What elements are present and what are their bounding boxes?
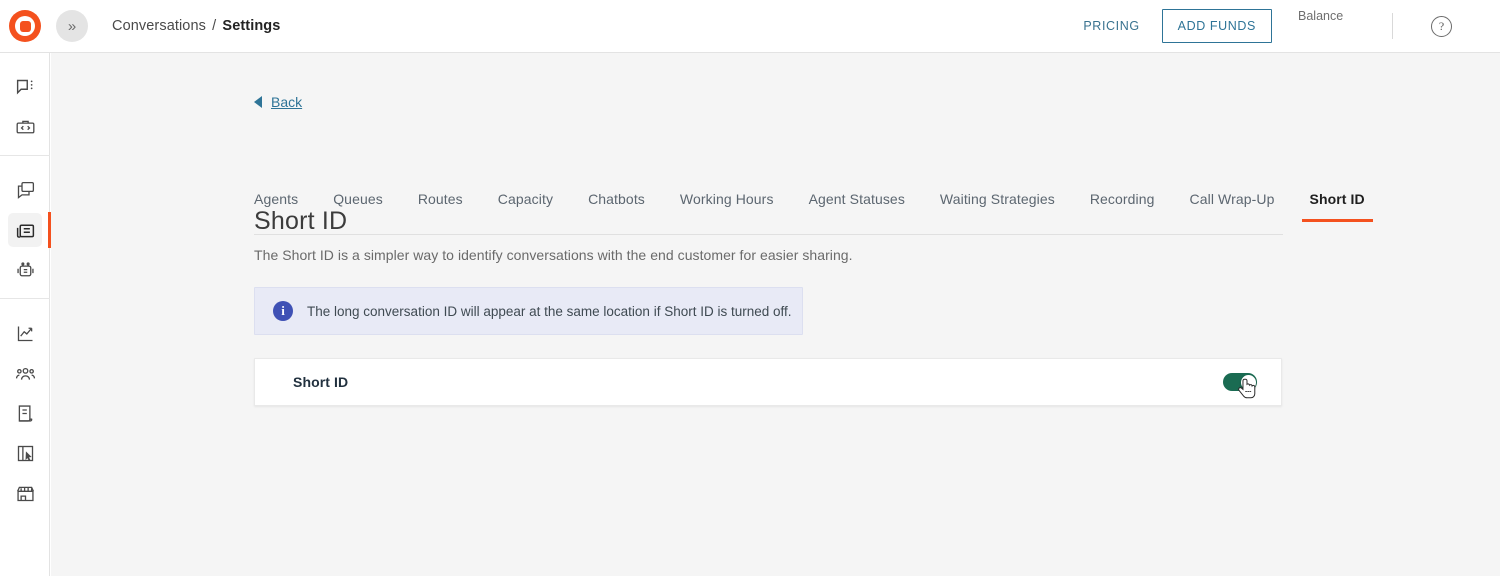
breadcrumb: Conversations / Settings <box>112 18 280 34</box>
page-description: The Short ID is a simpler way to identif… <box>254 247 853 263</box>
tab-waiting-strategies[interactable]: Waiting Strategies <box>940 187 1055 221</box>
copy-message-icon <box>15 180 36 201</box>
toggle-knob <box>1240 374 1256 390</box>
back-link[interactable]: Back <box>254 94 302 110</box>
brand-logo[interactable] <box>0 0 50 53</box>
sidebar-item-audience[interactable] <box>0 353 50 393</box>
storefront-icon <box>15 483 36 504</box>
balance-display: Balance <box>1298 9 1358 42</box>
balance-label: Balance <box>1298 9 1344 24</box>
triangle-left-icon <box>254 96 262 108</box>
sidebar-item-templates[interactable] <box>0 433 50 473</box>
robot-icon <box>15 260 36 281</box>
tab-call-wrap-up[interactable]: Call Wrap-Up <box>1190 187 1275 221</box>
breadcrumb-separator: / <box>212 18 217 34</box>
settings-tab-bar: Agents Queues Routes Capacity Chatbots W… <box>254 187 1374 235</box>
sidebar-item-developers[interactable] <box>0 107 50 147</box>
info-banner: i The long conversation ID will appear a… <box>254 287 803 335</box>
info-circle-icon: i <box>273 301 293 321</box>
breadcrumb-current: Settings <box>222 18 281 34</box>
inbox-drawer-icon <box>15 220 36 241</box>
tab-capacity[interactable]: Capacity <box>498 187 553 221</box>
logo-ring <box>15 16 35 36</box>
short-id-setting-card: Short ID <box>254 358 1282 406</box>
tab-routes[interactable]: Routes <box>418 187 463 221</box>
double-chevron-right-icon[interactable]: » <box>56 10 88 42</box>
back-link-label: Back <box>271 94 303 110</box>
info-banner-text: The long conversation ID will appear at … <box>307 303 792 319</box>
tab-working-hours[interactable]: Working Hours <box>680 187 774 221</box>
chat-bubble-menu-icon <box>15 77 36 98</box>
short-id-toggle[interactable] <box>1223 373 1257 399</box>
breadcrumb-parent[interactable]: Conversations <box>112 18 206 34</box>
layout-cursor-icon <box>15 443 36 464</box>
tab-recording[interactable]: Recording <box>1090 187 1155 221</box>
page-title: Short ID <box>254 207 348 235</box>
header-actions: PRICING ADD FUNDS Balance ? <box>1073 0 1500 53</box>
code-briefcase-icon <box>15 117 36 138</box>
sidebar-item-contact-center[interactable] <box>0 210 51 250</box>
main-content-area: Back Agents Queues Routes Capacity Chatb… <box>51 53 1500 576</box>
line-chart-icon <box>15 323 36 344</box>
document-icon <box>15 403 36 424</box>
left-sidebar <box>0 53 51 576</box>
sidebar-item-campaigns[interactable] <box>0 170 50 210</box>
sidebar-item-analytics[interactable] <box>0 313 50 353</box>
pricing-link[interactable]: PRICING <box>1073 19 1149 33</box>
question-mark-circle-icon[interactable]: ? <box>1431 15 1452 37</box>
sidebar-item-chatbots[interactable] <box>0 250 50 290</box>
tab-short-id[interactable]: Short ID <box>1301 187 1374 222</box>
add-funds-button[interactable]: ADD FUNDS <box>1161 9 1272 43</box>
tab-chatbots[interactable]: Chatbots <box>588 187 645 221</box>
sidebar-item-conversations[interactable] <box>0 67 50 107</box>
brand-target-logo <box>9 10 41 42</box>
sidebar-item-marketplace[interactable] <box>0 473 50 513</box>
sidebar-item-documents[interactable] <box>0 393 50 433</box>
logo-core <box>19 20 31 32</box>
tab-agent-statuses[interactable]: Agent Statuses <box>809 187 905 221</box>
header-divider <box>1392 13 1393 39</box>
short-id-label: Short ID <box>293 374 349 390</box>
top-header-bar: » Conversations / Settings PRICING ADD F… <box>0 0 1500 53</box>
people-group-icon <box>15 363 36 384</box>
